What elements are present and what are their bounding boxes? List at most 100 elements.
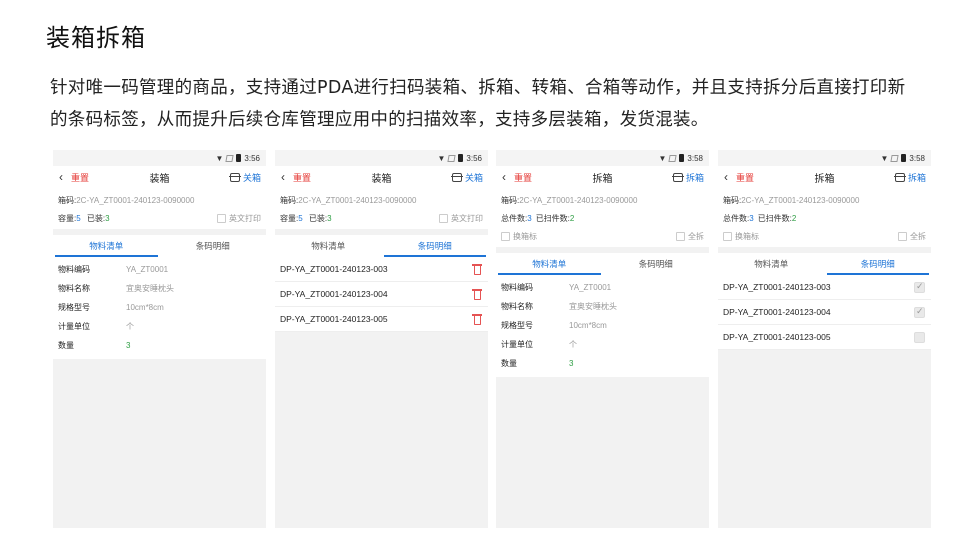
english-print-label: 英文打印 [229, 213, 261, 223]
box-code-label: 箱码: [723, 195, 742, 205]
checkbox-icon[interactable] [501, 231, 510, 241]
option-row: 换箱标 全拆 [501, 227, 704, 245]
scan-icon[interactable] [450, 172, 463, 182]
box-code-row: 箱码: 2C-YA_ZT0001-240123-0090000 [723, 191, 926, 209]
trash-icon[interactable] [472, 263, 482, 275]
status-time: 3:58 [687, 153, 703, 163]
back-icon[interactable]: ‹ [53, 170, 67, 184]
barcode-text: DP-YA_ZT0001-240123-005 [723, 332, 831, 342]
slide-title: 装箱拆箱 [46, 24, 146, 52]
tab-materials[interactable]: 物料清单 [718, 253, 825, 275]
packed-label: 已装: [308, 213, 328, 223]
capacity-value: 5 [76, 213, 81, 223]
packed-label: 已装: [86, 213, 106, 223]
checkbox-checked-icon[interactable] [914, 306, 925, 318]
capacity-label: 容量: [280, 213, 299, 223]
close-box-button[interactable]: 关箱 [450, 171, 483, 184]
checkbox-icon[interactable] [723, 231, 732, 241]
status-bar: ▼ 3:56 [275, 150, 488, 166]
barcode-list: DP-YA_ZT0001-240123-003 DP-YA_ZT0001-240… [718, 275, 931, 350]
english-print-label: 英文打印 [451, 213, 483, 223]
checkbox-icon[interactable] [676, 231, 685, 241]
box-code-label: 箱码: [58, 195, 77, 205]
phone-unpack-materials: ▼ 3:58 ‹ 重置 拆箱 拆箱 箱码: 2C-YA_ZT0001-24012… [496, 150, 709, 528]
unpack-label: 拆箱 [685, 172, 704, 183]
tab-barcodes[interactable]: 条码明细 [382, 235, 489, 257]
box-code-value: 2C-YA_ZT0001-240123-0090000 [519, 195, 638, 205]
trash-icon[interactable] [472, 313, 482, 325]
detail-row: 物料名称 宜奥安睡枕头 [58, 284, 174, 293]
tab-materials[interactable]: 物料清单 [496, 253, 603, 275]
list-item: DP-YA_ZT0001-240123-004 [718, 300, 931, 325]
scanned-label: 已扫件数: [535, 213, 570, 223]
barcode-text: DP-YA_ZT0001-240123-004 [280, 289, 388, 299]
total-label: 总件数: [501, 213, 528, 223]
checkbox-icon[interactable] [914, 331, 925, 343]
unpack-all-checkbox[interactable]: 全拆 [898, 231, 926, 242]
tab-materials[interactable]: 物料清单 [53, 235, 160, 257]
reset-button[interactable]: 重置 [736, 171, 754, 184]
back-icon[interactable]: ‹ [496, 170, 510, 184]
box-code-label: 箱码: [501, 195, 520, 205]
option-row: 换箱标 全拆 [723, 227, 926, 245]
battery-icon [679, 154, 685, 162]
reset-button[interactable]: 重置 [71, 171, 89, 184]
tab-barcodes[interactable]: 条码明细 [160, 235, 267, 257]
checkbox-icon[interactable] [439, 213, 448, 223]
top-bar: ‹ 重置 拆箱 拆箱 [718, 166, 931, 188]
top-bar: ‹ 重置 拆箱 拆箱 [496, 166, 709, 188]
unpack-all-checkbox[interactable]: 全拆 [676, 231, 704, 242]
tab-bar: 物料清单 条码明细 [53, 235, 266, 257]
scanned-value: 2 [569, 213, 575, 223]
box-code-value: 2C-YA_ZT0001-240123-0090000 [741, 195, 860, 205]
total-value: 3 [527, 213, 532, 223]
list-item: DP-YA_ZT0001-240123-005 [718, 325, 931, 350]
barcode-list: DP-YA_ZT0001-240123-003 DP-YA_ZT0001-240… [275, 257, 488, 332]
tab-materials[interactable]: 物料清单 [275, 235, 382, 257]
phone-pack-barcodes: ▼ 3:56 ‹ 重置 装箱 关箱 箱码: 2C-YA_ZT0001-24012… [275, 150, 488, 528]
scan-icon[interactable] [228, 172, 241, 182]
checkbox-icon[interactable] [898, 231, 907, 241]
checkbox-checked-icon[interactable] [914, 281, 925, 293]
reset-button[interactable]: 重置 [514, 171, 532, 184]
capacity-row: 容量:5 已装:3 英文打印 [58, 209, 261, 227]
tab-barcodes[interactable]: 条码明细 [825, 253, 932, 275]
unpack-all-label: 全拆 [910, 231, 926, 241]
wifi-icon: ▼ [658, 153, 667, 163]
status-time: 3:56 [466, 153, 482, 163]
wifi-icon: ▼ [215, 153, 224, 163]
checkbox-icon[interactable] [217, 213, 226, 223]
back-icon[interactable]: ‹ [275, 170, 289, 184]
tab-barcodes[interactable]: 条码明细 [603, 253, 710, 275]
capacity-row: 容量:5 已装:3 英文打印 [280, 209, 483, 227]
detail-row: 物料名称 宜奥安睡枕头 [501, 302, 617, 311]
status-bar: ▼ 3:58 [496, 150, 709, 166]
relabel-label: 换箱标 [513, 231, 537, 241]
material-detail: 物料编码 YA_ZT0001 物料名称 宜奥安睡枕头 规格型号 10cm*8cm 计量… [496, 275, 709, 377]
relabel-checkbox[interactable]: 换箱标 [501, 231, 537, 242]
count-row: 总件数: 3 已扫件数: 2 [723, 209, 926, 227]
packed-value: 3 [105, 213, 110, 223]
box-code-value: 2C-YA_ZT0001-240123-0090000 [76, 195, 195, 205]
close-box-label: 关箱 [464, 172, 483, 183]
relabel-checkbox[interactable]: 换箱标 [723, 231, 759, 242]
signal-icon [447, 154, 457, 162]
box-info: 箱码: 2C-YA_ZT0001-240123-0090000 总件数: 3 已扫… [496, 188, 709, 247]
english-print-checkbox[interactable]: 英文打印 [439, 213, 483, 224]
battery-icon [458, 154, 464, 162]
slide-description: 针对唯一码管理的商品，支持通过PDA进行扫码装箱、拆箱、转箱、合箱等动作，并且支… [50, 78, 906, 130]
status-bar: ▼ 3:58 [718, 150, 931, 166]
english-print-checkbox[interactable]: 英文打印 [217, 213, 261, 224]
close-box-button[interactable]: 关箱 [228, 171, 261, 184]
trash-icon[interactable] [472, 288, 482, 300]
reset-button[interactable]: 重置 [293, 171, 311, 184]
phone-unpack-barcodes: ▼ 3:58 ‹ 重置 拆箱 拆箱 箱码: 2C-YA_ZT0001-24012… [718, 150, 931, 528]
back-icon[interactable]: ‹ [718, 170, 732, 184]
total-label: 总件数: [723, 213, 750, 223]
scan-icon[interactable] [893, 172, 906, 182]
unpack-button[interactable]: 拆箱 [893, 171, 926, 184]
scan-icon[interactable] [671, 172, 684, 182]
battery-icon [901, 154, 907, 162]
detail-row: 物料编码 YA_ZT0001 [501, 283, 612, 292]
unpack-button[interactable]: 拆箱 [671, 171, 704, 184]
